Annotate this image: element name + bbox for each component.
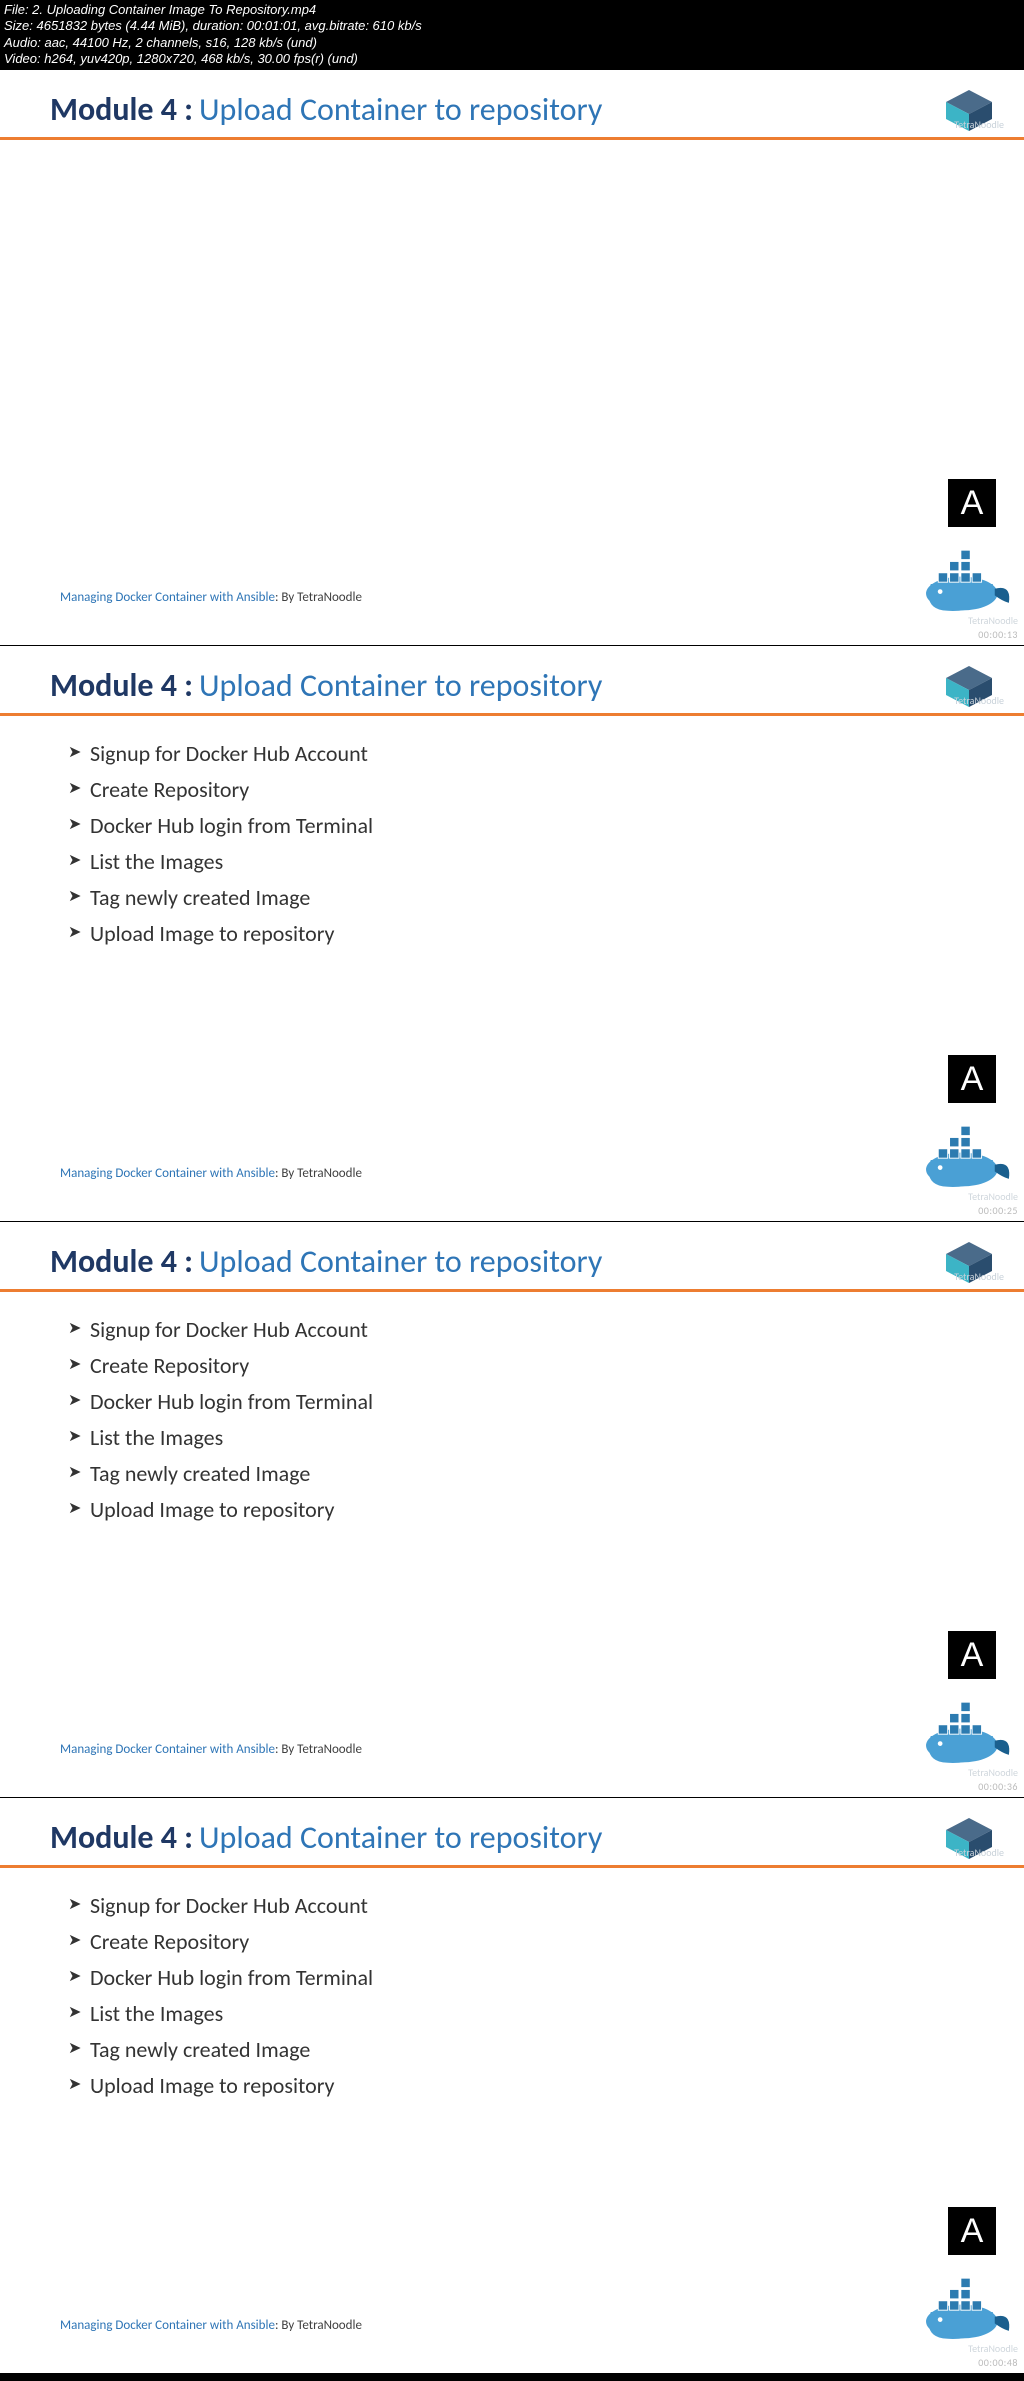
timestamp: 00:00:13 bbox=[978, 628, 1018, 641]
watermark-text: TetraNoodle bbox=[954, 694, 1004, 707]
watermark-text: TetraNoodle bbox=[954, 1846, 1004, 1859]
list-item: Signup for Docker Hub Account bbox=[68, 1316, 1024, 1343]
footer-by: : By TetraNoodle bbox=[275, 2318, 362, 2333]
media-size-line: Size: 4651832 bytes (4.44 MiB), duration… bbox=[4, 18, 1020, 34]
list-item: List the Images bbox=[68, 848, 1024, 875]
list-item: Docker Hub login from Terminal bbox=[68, 812, 1024, 839]
watermark-br: TetraNoodle bbox=[968, 614, 1018, 627]
footer-by: : By TetraNoodle bbox=[275, 1742, 362, 1757]
module-label: Module 4 : bbox=[50, 1818, 193, 1857]
watermark-br: TetraNoodle bbox=[968, 1190, 1018, 1203]
list-item: Docker Hub login from Terminal bbox=[68, 1388, 1024, 1415]
list-item: Upload Image to repository bbox=[68, 1496, 1024, 1523]
watermark-text: TetraNoodle bbox=[954, 118, 1004, 131]
slide-title: Module 4 : Upload Container to repositor… bbox=[0, 1798, 1024, 1865]
slide-4: TetraNoodle Module 4 : Upload Container … bbox=[0, 1797, 1024, 2373]
watermark-text: TetraNoodle bbox=[954, 1270, 1004, 1283]
watermark-br: TetraNoodle bbox=[968, 1766, 1018, 1779]
module-label: Module 4 : bbox=[50, 666, 193, 705]
timestamp: 00:00:25 bbox=[978, 1204, 1018, 1217]
footer-by: : By TetraNoodle bbox=[275, 590, 362, 605]
footer-line: Managing Docker Container with Ansible: … bbox=[60, 1166, 362, 1181]
list-item: Tag newly created Image bbox=[68, 2036, 1024, 2063]
list-item: Upload Image to repository bbox=[68, 920, 1024, 947]
bullet-list: Signup for Docker Hub Account Create Rep… bbox=[0, 1292, 1024, 1523]
slide-3: TetraNoodle Module 4 : Upload Container … bbox=[0, 1221, 1024, 1797]
docker-whale-icon bbox=[919, 1113, 1014, 1193]
timestamp: 00:00:48 bbox=[978, 2356, 1018, 2369]
media-file-line: File: 2. Uploading Container Image To Re… bbox=[4, 2, 1020, 18]
list-item: Docker Hub login from Terminal bbox=[68, 1964, 1024, 1991]
footer-link: Managing Docker Container with Ansible bbox=[60, 1742, 275, 1757]
title-text: Upload Container to repository bbox=[199, 1818, 602, 1857]
footer-by: : By TetraNoodle bbox=[275, 1166, 362, 1181]
ansible-logo-icon: A bbox=[948, 1055, 996, 1103]
list-item: List the Images bbox=[68, 2000, 1024, 2027]
media-audio-line: Audio: aac, 44100 Hz, 2 channels, s16, 1… bbox=[4, 35, 1020, 51]
slide-title: Module 4 : Upload Container to repositor… bbox=[0, 1222, 1024, 1289]
footer-link: Managing Docker Container with Ansible bbox=[60, 1166, 275, 1181]
list-item: Upload Image to repository bbox=[68, 2072, 1024, 2099]
ansible-logo-icon: A bbox=[948, 479, 996, 527]
list-item: Tag newly created Image bbox=[68, 1460, 1024, 1487]
list-item: Create Repository bbox=[68, 1352, 1024, 1379]
media-video-line: Video: h264, yuv420p, 1280x720, 468 kb/s… bbox=[4, 51, 1020, 67]
slide-title: Module 4 : Upload Container to repositor… bbox=[0, 646, 1024, 713]
footer-line: Managing Docker Container with Ansible: … bbox=[60, 1742, 362, 1757]
slide-1: TetraNoodle Module 4 : Upload Container … bbox=[0, 69, 1024, 645]
divider-line bbox=[0, 137, 1024, 140]
list-item: Create Repository bbox=[68, 776, 1024, 803]
title-text: Upload Container to repository bbox=[199, 90, 602, 129]
ansible-logo-icon: A bbox=[948, 1631, 996, 1679]
list-item: Tag newly created Image bbox=[68, 884, 1024, 911]
footer-link: Managing Docker Container with Ansible bbox=[60, 2318, 275, 2333]
title-text: Upload Container to repository bbox=[199, 666, 602, 705]
media-info-block: File: 2. Uploading Container Image To Re… bbox=[0, 0, 1024, 69]
module-label: Module 4 : bbox=[50, 1242, 193, 1281]
list-item: Signup for Docker Hub Account bbox=[68, 1892, 1024, 1919]
slide-title: Module 4 : Upload Container to repositor… bbox=[0, 70, 1024, 137]
footer-link: Managing Docker Container with Ansible bbox=[60, 590, 275, 605]
list-item: List the Images bbox=[68, 1424, 1024, 1451]
bullet-list: Signup for Docker Hub Account Create Rep… bbox=[0, 716, 1024, 947]
ansible-logo-icon: A bbox=[948, 2207, 996, 2255]
list-item: Signup for Docker Hub Account bbox=[68, 740, 1024, 767]
bullet-list: Signup for Docker Hub Account Create Rep… bbox=[0, 1868, 1024, 2099]
footer-line: Managing Docker Container with Ansible: … bbox=[60, 2318, 362, 2333]
footer-line: Managing Docker Container with Ansible: … bbox=[60, 590, 362, 605]
watermark-br: TetraNoodle bbox=[968, 2342, 1018, 2355]
docker-whale-icon bbox=[919, 2265, 1014, 2345]
docker-whale-icon bbox=[919, 537, 1014, 617]
slide-2: TetraNoodle Module 4 : Upload Container … bbox=[0, 645, 1024, 1221]
docker-whale-icon bbox=[919, 1689, 1014, 1769]
title-text: Upload Container to repository bbox=[199, 1242, 602, 1281]
list-item: Create Repository bbox=[68, 1928, 1024, 1955]
timestamp: 00:00:36 bbox=[978, 1780, 1018, 1793]
module-label: Module 4 : bbox=[50, 90, 193, 129]
